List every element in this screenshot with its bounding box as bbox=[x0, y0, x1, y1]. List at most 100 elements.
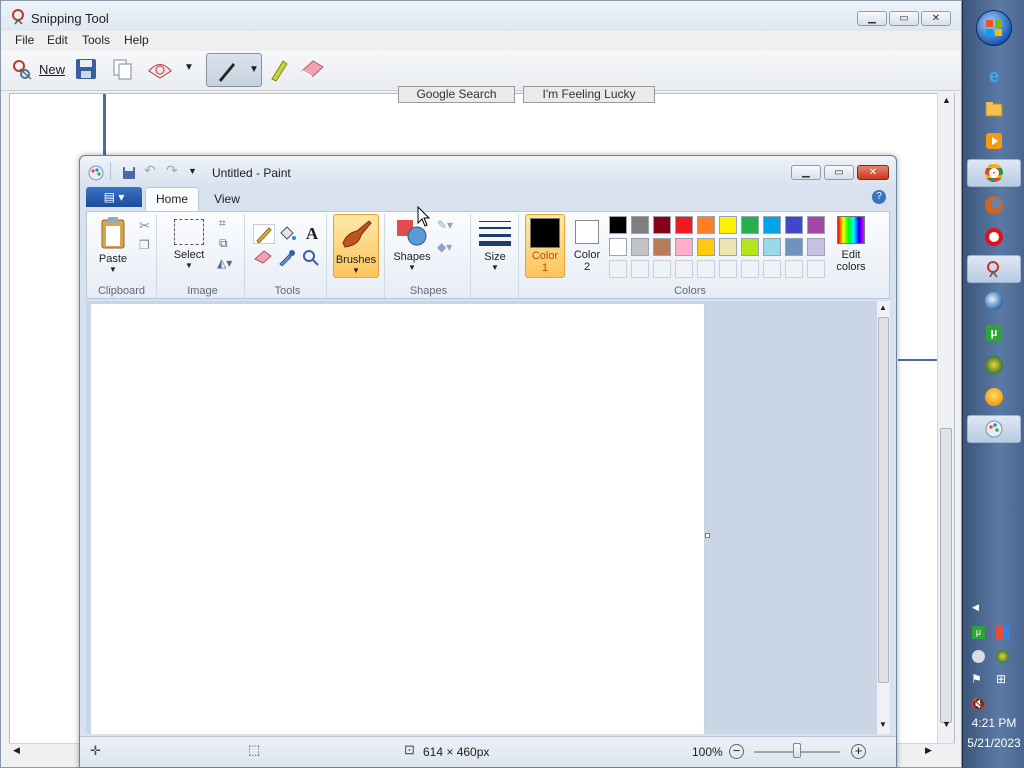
google-search-button[interactable]: Google Search bbox=[398, 86, 515, 103]
paint-vscroll-thumb[interactable] bbox=[878, 317, 889, 683]
tray-app-icon[interactable] bbox=[996, 626, 1010, 640]
taskbar-app-1[interactable] bbox=[967, 351, 1021, 379]
menu-file[interactable]: File bbox=[15, 33, 34, 47]
qat-undo-icon[interactable]: ↶ bbox=[144, 162, 156, 179]
zoom-out-button[interactable]: − bbox=[729, 744, 744, 759]
volume-muted-icon[interactable]: 🔇 bbox=[971, 697, 986, 711]
outline-icon[interactable]: ✎▾ bbox=[437, 218, 453, 232]
snip-maximize-button[interactable]: ▭ bbox=[889, 11, 919, 26]
palette-swatch[interactable] bbox=[609, 216, 627, 234]
select-button[interactable]: Select ▼ bbox=[167, 216, 211, 276]
palette-empty-swatch[interactable] bbox=[609, 260, 627, 278]
tray-messenger-icon[interactable] bbox=[972, 650, 985, 663]
palette-swatch[interactable] bbox=[785, 216, 803, 234]
snip-vertical-scrollbar[interactable]: ▲ ▼ bbox=[937, 93, 954, 745]
pen-dropdown-arrow[interactable]: ▼ bbox=[249, 64, 259, 75]
taskbar-snipping-tool[interactable] bbox=[967, 255, 1021, 283]
palette-swatch[interactable] bbox=[785, 238, 803, 256]
snip-minimize-button[interactable]: ▁ bbox=[857, 11, 887, 26]
tab-view[interactable]: View bbox=[204, 189, 250, 209]
edit-colors-button[interactable]: Edit colors bbox=[829, 214, 873, 278]
scroll-left-arrow[interactable]: ◀ bbox=[13, 745, 20, 756]
paint-scroll-down[interactable]: ▼ bbox=[879, 720, 887, 729]
zoom-slider-thumb[interactable] bbox=[793, 743, 801, 758]
palette-swatch[interactable] bbox=[807, 238, 825, 256]
canvas-resize-handle[interactable] bbox=[705, 533, 710, 538]
menu-edit[interactable]: Edit bbox=[47, 33, 68, 47]
tray-green-icon[interactable] bbox=[996, 650, 1009, 663]
qat-customize-icon[interactable]: ▼ bbox=[188, 166, 197, 176]
size-button[interactable]: Size ▼ bbox=[475, 216, 515, 276]
paint-scroll-up[interactable]: ▲ bbox=[879, 303, 887, 312]
paint-canvas[interactable] bbox=[91, 304, 705, 734]
brushes-button[interactable]: Brushes ▼ bbox=[333, 214, 379, 278]
eraser-tool-button[interactable] bbox=[253, 248, 275, 268]
palette-empty-swatch[interactable] bbox=[763, 260, 781, 278]
palette-swatch[interactable] bbox=[807, 216, 825, 234]
palette-swatch[interactable] bbox=[631, 216, 649, 234]
cut-icon[interactable]: ✂ bbox=[139, 218, 150, 234]
clock-time[interactable]: 4:21 PM bbox=[963, 716, 1024, 730]
palette-swatch[interactable] bbox=[719, 216, 737, 234]
palette-swatch[interactable] bbox=[719, 238, 737, 256]
tray-utorrent-icon[interactable]: μ bbox=[972, 626, 985, 639]
palette-swatch[interactable] bbox=[763, 238, 781, 256]
palette-swatch[interactable] bbox=[675, 238, 693, 256]
palette-swatch[interactable] bbox=[697, 238, 715, 256]
pencil-tool-button[interactable] bbox=[253, 224, 275, 244]
help-icon[interactable]: ? bbox=[872, 190, 886, 204]
rotate-icon[interactable]: ◭▾ bbox=[217, 256, 232, 270]
color2-button[interactable]: Color 2 bbox=[567, 214, 607, 278]
tray-expand-icon[interactable]: ◀ bbox=[972, 602, 979, 613]
scroll-right-arrow[interactable]: ▶ bbox=[925, 745, 932, 756]
taskbar-firefox[interactable] bbox=[967, 191, 1021, 219]
copy-icon[interactable] bbox=[111, 58, 133, 80]
palette-swatch[interactable] bbox=[741, 216, 759, 234]
qat-redo-icon[interactable]: ↷ bbox=[166, 162, 178, 179]
tab-home[interactable]: Home bbox=[145, 187, 199, 211]
palette-empty-swatch[interactable] bbox=[807, 260, 825, 278]
scroll-up-arrow[interactable]: ▲ bbox=[942, 95, 951, 105]
paint-maximize-button[interactable]: ▭ bbox=[824, 165, 854, 180]
taskbar-media-player[interactable] bbox=[967, 127, 1021, 155]
palette-empty-swatch[interactable] bbox=[741, 260, 759, 278]
text-tool-icon[interactable]: A bbox=[301, 224, 323, 244]
taskbar-utorrent[interactable]: μ bbox=[967, 319, 1021, 347]
paint-menu-button[interactable]: ▤ ▾ bbox=[86, 187, 142, 207]
palette-swatch[interactable] bbox=[675, 216, 693, 234]
fill-tool-button[interactable] bbox=[277, 224, 299, 244]
palette-swatch[interactable] bbox=[609, 238, 627, 256]
taskbar-explorer[interactable] bbox=[967, 95, 1021, 123]
save-icon[interactable] bbox=[75, 58, 97, 80]
magnifier-button[interactable] bbox=[301, 248, 323, 268]
copy-paint-icon[interactable]: ❐ bbox=[139, 238, 150, 252]
send-snip-icon[interactable] bbox=[147, 58, 173, 80]
taskbar-ie[interactable]: e bbox=[967, 62, 1021, 90]
taskbar-opera[interactable] bbox=[967, 223, 1021, 251]
zoom-in-button[interactable]: + bbox=[851, 744, 866, 759]
paste-button[interactable]: Paste ▼ bbox=[93, 216, 133, 276]
scroll-down-arrow[interactable]: ▼ bbox=[942, 719, 951, 729]
palette-empty-swatch[interactable] bbox=[785, 260, 803, 278]
palette-empty-swatch[interactable] bbox=[697, 260, 715, 278]
action-center-icon[interactable]: ⚑ bbox=[971, 672, 982, 686]
menu-help[interactable]: Help bbox=[124, 33, 149, 47]
palette-empty-swatch[interactable] bbox=[675, 260, 693, 278]
palette-swatch[interactable] bbox=[697, 216, 715, 234]
send-dropdown-arrow[interactable]: ▼ bbox=[184, 62, 194, 73]
snip-close-button[interactable]: ✕ bbox=[921, 11, 951, 26]
paint-vertical-scrollbar[interactable]: ▲ ▼ bbox=[876, 301, 890, 734]
palette-swatch[interactable] bbox=[741, 238, 759, 256]
pen-tool-button[interactable]: ▼ bbox=[206, 53, 262, 87]
feeling-lucky-button[interactable]: I'm Feeling Lucky bbox=[523, 86, 655, 103]
palette-swatch[interactable] bbox=[653, 238, 671, 256]
clock-date[interactable]: 5/21/2023 bbox=[963, 736, 1024, 750]
new-snip-button[interactable]: New bbox=[9, 57, 67, 83]
palette-swatch[interactable] bbox=[653, 216, 671, 234]
taskbar-app-2[interactable] bbox=[967, 383, 1021, 411]
paint-close-button[interactable]: ✕ bbox=[857, 165, 889, 180]
palette-empty-swatch[interactable] bbox=[631, 260, 649, 278]
palette-empty-swatch[interactable] bbox=[719, 260, 737, 278]
color-picker-button[interactable] bbox=[277, 248, 299, 268]
taskbar-chrome[interactable] bbox=[967, 159, 1021, 187]
